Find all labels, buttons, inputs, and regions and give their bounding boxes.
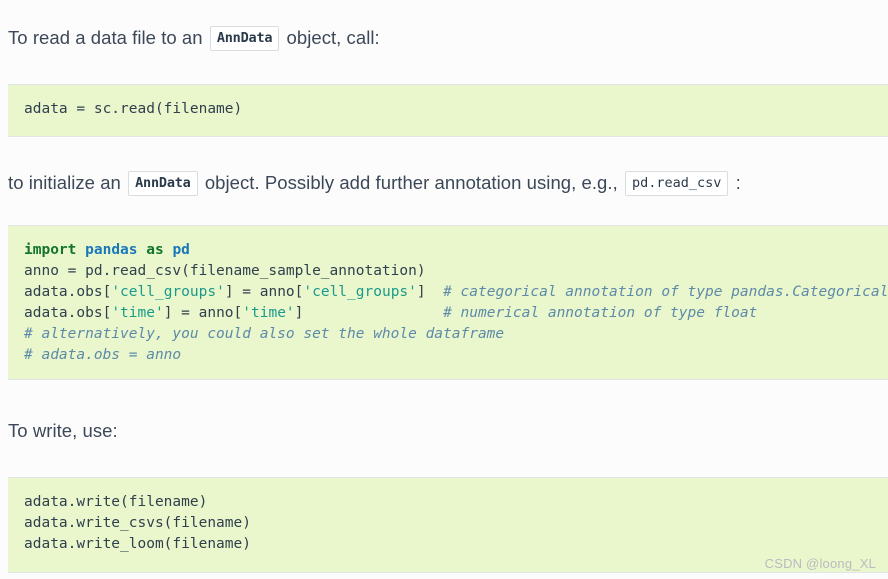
code-block-write-content: adata.write(filename) adata.write_csvs(f… — [24, 494, 251, 552]
paragraph-initialize: to initialize an AnnData object. Possibl… — [8, 170, 880, 196]
inline-code-pd-read-csv: pd.read_csv — [624, 171, 729, 196]
paragraph-text-part: : — [735, 172, 741, 193]
code-block-annotation[interactable]: import pandas as pd anno = pd.read_csv(f… — [8, 225, 888, 380]
code-block-read-content: adata = sc.read(filename) — [24, 101, 243, 117]
code-block-write[interactable]: adata.write(filename) adata.write_csvs(f… — [8, 477, 888, 573]
code-block-annotation-content: import pandas as pd anno = pd.read_csv(f… — [24, 242, 888, 363]
paragraph-text-part: To read a data file to an — [8, 27, 203, 48]
document-page: To read a data file to an AnnData object… — [0, 0, 888, 579]
paragraph-read-intro: To read a data file to an AnnData object… — [8, 25, 880, 51]
paragraph-text-part: object. Possibly add further annotation … — [204, 172, 618, 193]
watermark-label: CSDN @loong_XL — [764, 556, 876, 571]
code-block-read[interactable]: adata = sc.read(filename) — [8, 84, 888, 137]
inline-code-anndata: AnnData — [209, 26, 280, 51]
paragraph-text-part: to initialize an — [8, 172, 121, 193]
paragraph-write-intro: To write, use: — [8, 418, 880, 444]
inline-code-anndata: AnnData — [128, 171, 198, 196]
paragraph-text-part: object, call: — [286, 27, 380, 48]
paragraph-text-part: To write, use: — [8, 420, 118, 441]
